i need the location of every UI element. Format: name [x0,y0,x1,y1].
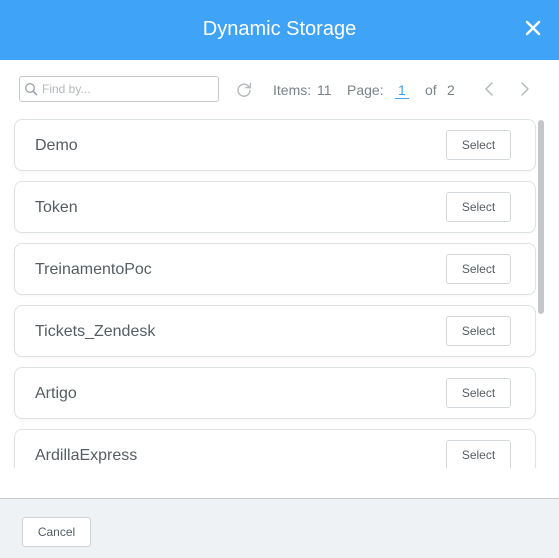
list-item[interactable]: ArdillaExpress Select [14,429,536,468]
search-icon [25,83,38,96]
list-item[interactable]: Demo Select [14,119,536,171]
item-name: Tickets_Zendesk [35,323,156,340]
list-item[interactable]: Tickets_Zendesk Select [14,305,536,357]
item-name: Demo [35,137,78,154]
item-name: Token [35,199,78,216]
refresh-icon[interactable] [235,81,253,99]
items-label: Items: [273,82,312,98]
page-label: Page: [347,82,384,98]
select-button[interactable]: Select [446,378,511,408]
item-name: TreinamentoPoc [35,261,152,278]
dialog-header: Dynamic Storage [0,0,559,60]
search-box[interactable] [19,76,219,102]
item-name: Artigo [35,385,77,402]
storage-list: Demo Select Token Select TreinamentoPoc … [0,118,559,468]
select-button[interactable]: Select [446,440,511,468]
cancel-button[interactable]: Cancel [22,517,91,547]
select-button[interactable]: Select [446,192,511,222]
items-count: 11 [317,82,332,98]
toolbar: Items: 11 Page: 1 of 2 [0,60,559,118]
close-icon[interactable] [524,19,542,37]
list-item[interactable]: Token Select [14,181,536,233]
select-button[interactable]: Select [446,130,511,160]
item-name: ArdillaExpress [35,447,138,464]
select-button[interactable]: Select [446,254,511,284]
dialog-title: Dynamic Storage [202,18,357,40]
dialog-footer: Cancel [0,498,559,558]
scrollbar-thumb[interactable] [538,120,544,314]
page-total: 2 [447,82,455,98]
list-item[interactable]: TreinamentoPoc Select [14,243,536,295]
page-current[interactable]: 1 [395,82,409,99]
search-input[interactable] [42,80,212,98]
chevron-right-icon[interactable] [518,81,532,97]
list-item[interactable]: Artigo Select [14,367,536,419]
page-of-label: of [425,82,437,98]
chevron-left-icon[interactable] [482,81,496,97]
select-button[interactable]: Select [446,316,511,346]
